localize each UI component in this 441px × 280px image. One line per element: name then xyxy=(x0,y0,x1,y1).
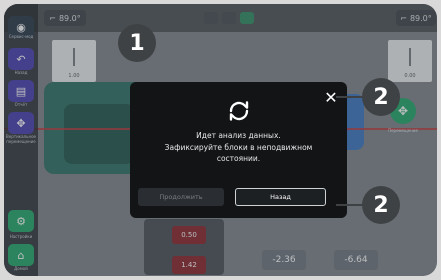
dialog-message-line: состоянии. xyxy=(216,154,261,163)
callout-badge-1: 1 xyxy=(118,24,156,62)
back-button[interactable]: Назад xyxy=(235,188,326,206)
refresh-icon xyxy=(229,101,249,121)
close-icon[interactable]: ✕ xyxy=(323,90,339,106)
app-screen: ⌐ 89.0° ⌐ 89.0° ◉ Сервис-мод ↶ Назад ▤ О… xyxy=(4,4,437,276)
dialog-message-line: Идет анализ данных. xyxy=(196,131,281,140)
continue-button[interactable]: Продолжить xyxy=(138,188,224,206)
analysis-dialog: ✕ Идет анализ данных. Зафиксируйте блоки… xyxy=(130,82,347,218)
callout-badge-2-back: 2 xyxy=(362,186,400,224)
dialog-message-line: Зафиксируйте блоки в неподвижном xyxy=(164,142,313,152)
dialog-message: Идет анализ данных. Зафиксируйте блоки в… xyxy=(136,130,341,165)
callout-badge-2-close: 2 xyxy=(362,78,400,116)
